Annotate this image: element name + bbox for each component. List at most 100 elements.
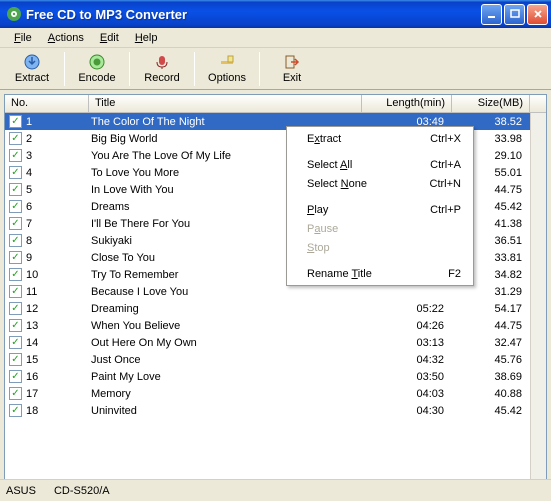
checkbox-icon[interactable]: ✓ — [9, 370, 22, 383]
track-size: 40.88 — [452, 388, 530, 400]
context-menu: ExtractCtrl+X Select AllCtrl+A Select No… — [286, 126, 474, 286]
track-no: 18 — [26, 405, 38, 417]
options-button[interactable]: Options — [199, 50, 255, 88]
table-row[interactable]: ✓14Out Here On My Own03:1332.47 — [5, 334, 546, 351]
vertical-scrollbar[interactable] — [530, 113, 546, 489]
table-row[interactable]: ✓ 16 Paint My Love03:5038.69 — [5, 368, 546, 385]
track-no: 12 — [26, 303, 38, 315]
ctx-stop: Stop — [289, 238, 471, 257]
menu-file[interactable]: File — [6, 30, 40, 46]
status-drive: CD-S520/A — [54, 485, 110, 497]
track-size: 44.75 — [452, 320, 530, 332]
track-length: 05:22 — [362, 303, 452, 315]
menu-actions[interactable]: Actions — [40, 30, 92, 46]
checkbox-icon[interactable]: ✓ — [9, 251, 22, 264]
checkbox-icon[interactable]: ✓ — [9, 217, 22, 230]
track-no: 5 — [26, 184, 32, 196]
track-length: 03:50 — [362, 371, 452, 383]
table-row[interactable]: ✓12Dreaming05:2254.17 — [5, 300, 546, 317]
exit-button[interactable]: Exit — [264, 50, 320, 88]
track-title: Memory — [89, 388, 362, 400]
table-row[interactable]: ✓ 18 Uninvited04:3045.42 — [5, 402, 546, 419]
checkbox-icon[interactable]: ✓ — [9, 302, 22, 315]
track-size: 54.17 — [452, 303, 530, 315]
track-length: 04:26 — [362, 320, 452, 332]
track-size: 32.47 — [452, 337, 530, 349]
list-header: No. Title Length(min) Size(MB) — [5, 95, 546, 113]
checkbox-icon[interactable]: ✓ — [9, 115, 22, 128]
ctx-extract[interactable]: ExtractCtrl+X — [289, 129, 471, 148]
col-no[interactable]: No. — [5, 95, 89, 112]
table-row[interactable]: ✓15Just Once04:3245.76 — [5, 351, 546, 368]
track-size: 31.29 — [452, 286, 530, 298]
track-no: 6 — [26, 201, 32, 213]
close-button[interactable] — [527, 4, 548, 25]
track-no: 16 — [26, 371, 38, 383]
checkbox-icon[interactable]: ✓ — [9, 285, 22, 298]
col-title[interactable]: Title — [89, 95, 362, 112]
track-title: Out Here On My Own — [89, 337, 362, 349]
checkbox-icon[interactable]: ✓ — [9, 319, 22, 332]
checkbox-icon[interactable]: ✓ — [9, 166, 22, 179]
toolbar-separator — [194, 52, 195, 86]
window-title: Free CD to MP3 Converter — [26, 7, 481, 22]
maximize-button[interactable] — [504, 4, 525, 25]
checkbox-icon[interactable]: ✓ — [9, 132, 22, 145]
record-icon — [153, 53, 171, 71]
ctx-separator — [290, 196, 470, 197]
track-no: 14 — [26, 337, 38, 349]
track-size: 45.76 — [452, 354, 530, 366]
table-row[interactable]: ✓ 17 Memory04:0340.88 — [5, 385, 546, 402]
menu-bar: File Actions Edit Help — [0, 28, 551, 48]
track-no: 7 — [26, 218, 32, 230]
ctx-separator — [290, 260, 470, 261]
track-size: 38.69 — [452, 371, 530, 383]
extract-icon — [23, 53, 41, 71]
toolbar-separator — [64, 52, 65, 86]
encode-icon — [88, 53, 106, 71]
track-title: Paint My Love — [89, 371, 362, 383]
checkbox-icon[interactable]: ✓ — [9, 387, 22, 400]
track-no: 13 — [26, 320, 38, 332]
toolbar: Extract Encode Record Options Exit — [0, 48, 551, 90]
exit-icon — [283, 53, 301, 71]
ctx-separator — [290, 151, 470, 152]
status-bar: ASUS CD-S520/A — [0, 479, 551, 501]
extract-button[interactable]: Extract — [4, 50, 60, 88]
minimize-button[interactable] — [481, 4, 502, 25]
checkbox-icon[interactable]: ✓ — [9, 183, 22, 196]
col-length[interactable]: Length(min) — [362, 95, 452, 112]
checkbox-icon[interactable]: ✓ — [9, 234, 22, 247]
track-no: 11 — [26, 286, 37, 298]
toolbar-separator — [259, 52, 260, 86]
checkbox-icon[interactable]: ✓ — [9, 336, 22, 349]
record-button[interactable]: Record — [134, 50, 190, 88]
track-title: Uninvited — [89, 405, 362, 417]
track-no: 9 — [26, 252, 32, 264]
encode-button[interactable]: Encode — [69, 50, 125, 88]
col-size[interactable]: Size(MB) — [452, 95, 530, 112]
checkbox-icon[interactable]: ✓ — [9, 404, 22, 417]
ctx-select-all[interactable]: Select AllCtrl+A — [289, 155, 471, 174]
menu-edit[interactable]: Edit — [92, 30, 127, 46]
menu-help[interactable]: Help — [127, 30, 166, 46]
checkbox-icon[interactable]: ✓ — [9, 268, 22, 281]
track-title: When You Believe — [89, 320, 362, 332]
track-no: 4 — [26, 167, 32, 179]
track-length: 04:30 — [362, 405, 452, 417]
track-size: 45.42 — [452, 405, 530, 417]
checkbox-icon[interactable]: ✓ — [9, 149, 22, 162]
track-title: Just Once — [89, 354, 362, 366]
ctx-select-none[interactable]: Select NoneCtrl+N — [289, 174, 471, 193]
app-icon — [6, 6, 22, 22]
ctx-play[interactable]: PlayCtrl+P — [289, 200, 471, 219]
ctx-pause: Pause — [289, 219, 471, 238]
track-length: 04:03 — [362, 388, 452, 400]
checkbox-icon[interactable]: ✓ — [9, 353, 22, 366]
checkbox-icon[interactable]: ✓ — [9, 200, 22, 213]
track-no: 15 — [26, 354, 38, 366]
toolbar-separator — [129, 52, 130, 86]
ctx-rename[interactable]: Rename TitleF2 — [289, 264, 471, 283]
table-row[interactable]: ✓ 13 When You Believe04:2644.75 — [5, 317, 546, 334]
track-no: 17 — [26, 388, 38, 400]
